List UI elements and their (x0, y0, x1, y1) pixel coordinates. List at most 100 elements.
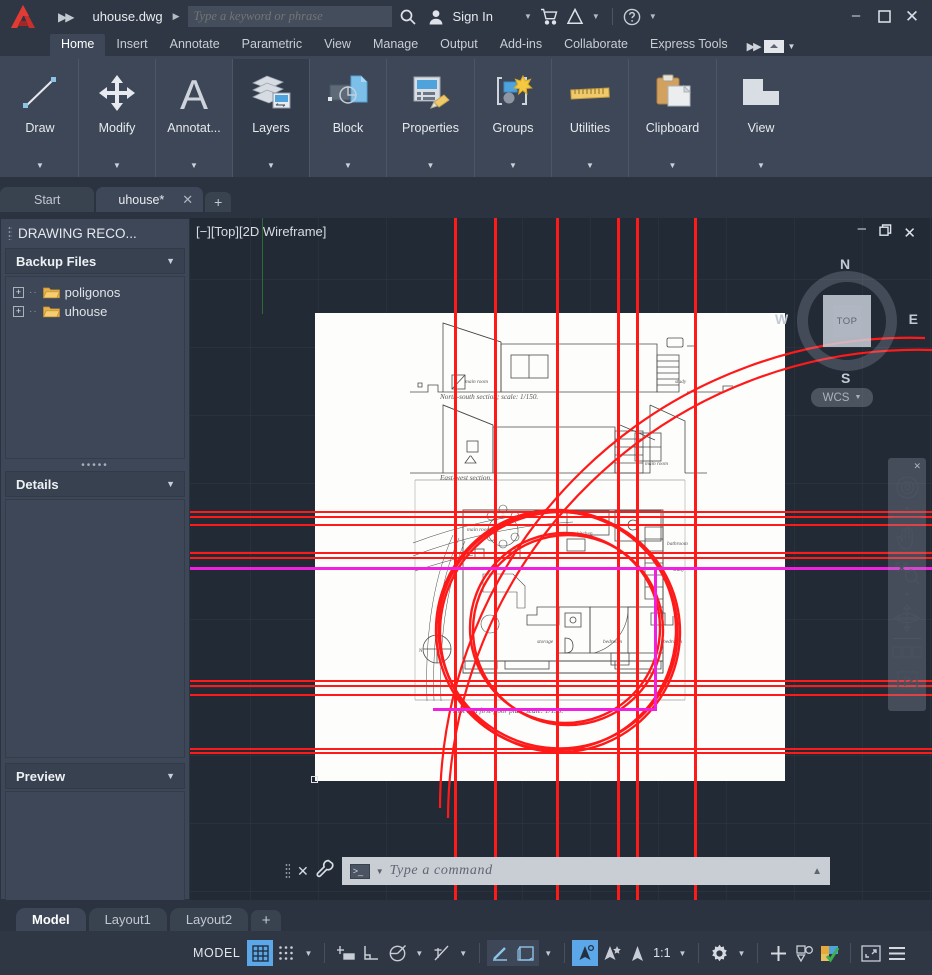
user-icon[interactable] (424, 0, 448, 33)
chevron-down-icon[interactable]: ▼ (586, 161, 594, 170)
command-line-close-icon[interactable]: ✕ (297, 863, 309, 880)
infer-constraints-button[interactable] (332, 940, 358, 966)
ribbon-tab-insert[interactable]: Insert (105, 34, 158, 56)
ribbon-panel-utilities[interactable]: Utilities ▼ (552, 59, 629, 177)
ribbon-tab-parametric[interactable]: Parametric (231, 34, 313, 56)
autodesk-app-caret-icon[interactable]: ▼ (587, 12, 605, 21)
palette-section-backup-files[interactable]: Backup Files ▼ (5, 248, 185, 274)
chevron-down-icon[interactable]: ▼ (36, 161, 44, 170)
wcs-selector[interactable]: WCS ▼ (811, 388, 873, 407)
command-expand-icon[interactable]: ▲ (812, 866, 822, 877)
object-snap-caret-icon[interactable]: ▼ (454, 949, 472, 958)
workspace-switching-button[interactable] (706, 940, 732, 966)
chevron-down-icon[interactable]: ▼ (509, 161, 517, 170)
view-cube-top-face[interactable]: TOP (823, 295, 871, 347)
transparency-caret-icon[interactable]: ▼ (539, 949, 557, 958)
chevron-down-icon[interactable]: ▼ (427, 161, 435, 170)
ribbon-minimize-button[interactable] (763, 40, 784, 53)
palette-grip-icon[interactable] (8, 226, 12, 240)
lineweight-button[interactable] (487, 940, 514, 966)
new-tab-button[interactable]: + (205, 192, 232, 212)
zoom-caret-icon[interactable]: ▼ (904, 592, 911, 599)
ribbon-tab-manage[interactable]: Manage (362, 34, 429, 56)
layout-tab-model[interactable]: Model (16, 908, 86, 931)
chevron-down-icon[interactable]: ▼ (669, 161, 677, 170)
zoom-extents-icon[interactable] (891, 558, 923, 588)
chevron-down-icon[interactable]: ▼ (113, 161, 121, 170)
palette-title-bar[interactable]: DRAWING RECO... (1, 219, 189, 247)
ribbon-panel-properties[interactable]: Properties ▼ (387, 59, 475, 177)
palette-splitter[interactable]: ••••• (1, 461, 189, 471)
command-line[interactable]: ✕ >_ ▼ Type a command ▲ (285, 856, 830, 886)
sign-in-label[interactable]: Sign In (448, 9, 493, 24)
expand-icon[interactable]: + (13, 287, 24, 298)
view-cube-west[interactable]: W (775, 311, 788, 327)
document-dropdown-icon[interactable]: ▶ (171, 11, 188, 22)
file-tab-uhouse[interactable]: uhouse* ✕ (96, 187, 204, 212)
close-icon[interactable]: ✕ (182, 192, 193, 208)
command-prompt-icon[interactable]: >_ (349, 863, 370, 879)
chevron-down-icon[interactable]: ▼ (344, 161, 352, 170)
window-maximize-button[interactable] (870, 0, 898, 33)
pan-hand-icon[interactable] (891, 523, 923, 553)
ribbon-panel-block[interactable]: Block ▼ (310, 59, 387, 177)
ribbon-panel-groups[interactable]: Groups ▼ (475, 59, 552, 177)
drawing-viewport[interactable]: [−][Top][2D Wireframe] – ✕ main room stu… (190, 218, 932, 900)
ribbon-panel-view[interactable]: View ▼ (717, 59, 805, 177)
new-layout-button[interactable]: + (251, 910, 282, 931)
window-minimize-button[interactable]: – (842, 0, 870, 33)
polar-tracking-caret-icon[interactable]: ▼ (410, 949, 428, 958)
selection-cycling-button[interactable] (572, 940, 599, 966)
fullscreen-button[interactable] (858, 940, 884, 966)
command-input[interactable]: Type a command (390, 863, 806, 879)
quick-access-chevron-icon[interactable]: ▶▶ (46, 10, 82, 24)
steering-wheel-icon[interactable] (891, 472, 923, 502)
view-cube-east[interactable]: E (909, 311, 918, 327)
chevron-down-icon[interactable]: ▼ (267, 161, 275, 170)
annotation-monitor-button[interactable] (817, 940, 843, 966)
chevron-down-icon[interactable]: ▼ (190, 161, 198, 170)
ribbon-panel-modify[interactable]: Modify ▼ (79, 59, 156, 177)
file-tab-start[interactable]: Start (0, 187, 95, 212)
wrench-icon[interactable] (316, 859, 335, 883)
autoscale-button[interactable] (624, 940, 650, 966)
ribbon-tab-addins[interactable]: Add-ins (489, 34, 553, 56)
layout-tab-layout2[interactable]: Layout2 (169, 908, 249, 931)
object-snap-tracking-button[interactable] (428, 940, 454, 966)
transparency-button[interactable] (513, 940, 540, 966)
command-line-grip-icon[interactable] (285, 863, 290, 879)
ribbon-panel-layers[interactable]: Layers ▼ (233, 59, 310, 177)
chevron-down-icon[interactable]: ▼ (166, 479, 175, 489)
isolate-objects-button[interactable] (791, 940, 817, 966)
tree-item-poligonos[interactable]: + ·· poligonos (6, 283, 184, 302)
add-tools-button[interactable] (765, 940, 791, 966)
showmotion-play-icon[interactable] (891, 665, 923, 695)
snap-mode-button[interactable] (273, 940, 299, 966)
autocad-logo-icon[interactable] (0, 0, 46, 33)
ribbon-tab-view[interactable]: View (313, 34, 362, 56)
annotation-scale-label[interactable]: 1:1 (650, 946, 673, 960)
palette-section-details[interactable]: Details ▼ (5, 471, 185, 497)
chevron-down-icon[interactable]: ▼ (757, 161, 765, 170)
palette-section-preview[interactable]: Preview ▼ (5, 763, 185, 789)
view-cube-south[interactable]: S (841, 370, 850, 386)
search-input[interactable] (187, 6, 392, 27)
ribbon-tab-output[interactable]: Output (429, 34, 489, 56)
ribbon-panel-clipboard[interactable]: Clipboard ▼ (629, 59, 717, 177)
ribbon-panel-draw[interactable]: Draw ▼ (2, 59, 79, 177)
window-close-button[interactable]: ✕ (898, 0, 926, 33)
help-caret-icon[interactable]: ▼ (644, 12, 662, 21)
ribbon-overflow-icon[interactable]: ▶▶ (747, 40, 762, 53)
command-history-caret-icon[interactable]: ▼ (376, 867, 384, 876)
viewport-minimize-button[interactable]: – (858, 221, 866, 236)
sign-in-caret-icon[interactable]: ▼ (519, 12, 537, 21)
search-icon[interactable] (392, 0, 424, 33)
viewport-restore-button[interactable] (879, 224, 892, 242)
help-icon[interactable] (620, 0, 644, 33)
viewport-config-label[interactable]: [−][Top][2D Wireframe] (196, 224, 326, 239)
navigation-bar[interactable]: ✕ ▼ ▼ (888, 458, 926, 711)
tree-item-uhouse[interactable]: + ·· uhouse (6, 302, 184, 321)
chevron-down-icon[interactable]: ▼ (854, 394, 861, 401)
steering-wheel-caret-icon[interactable]: ▼ (904, 506, 911, 513)
backup-files-tree[interactable]: + ·· poligonos + ·· uhouse (5, 276, 185, 459)
